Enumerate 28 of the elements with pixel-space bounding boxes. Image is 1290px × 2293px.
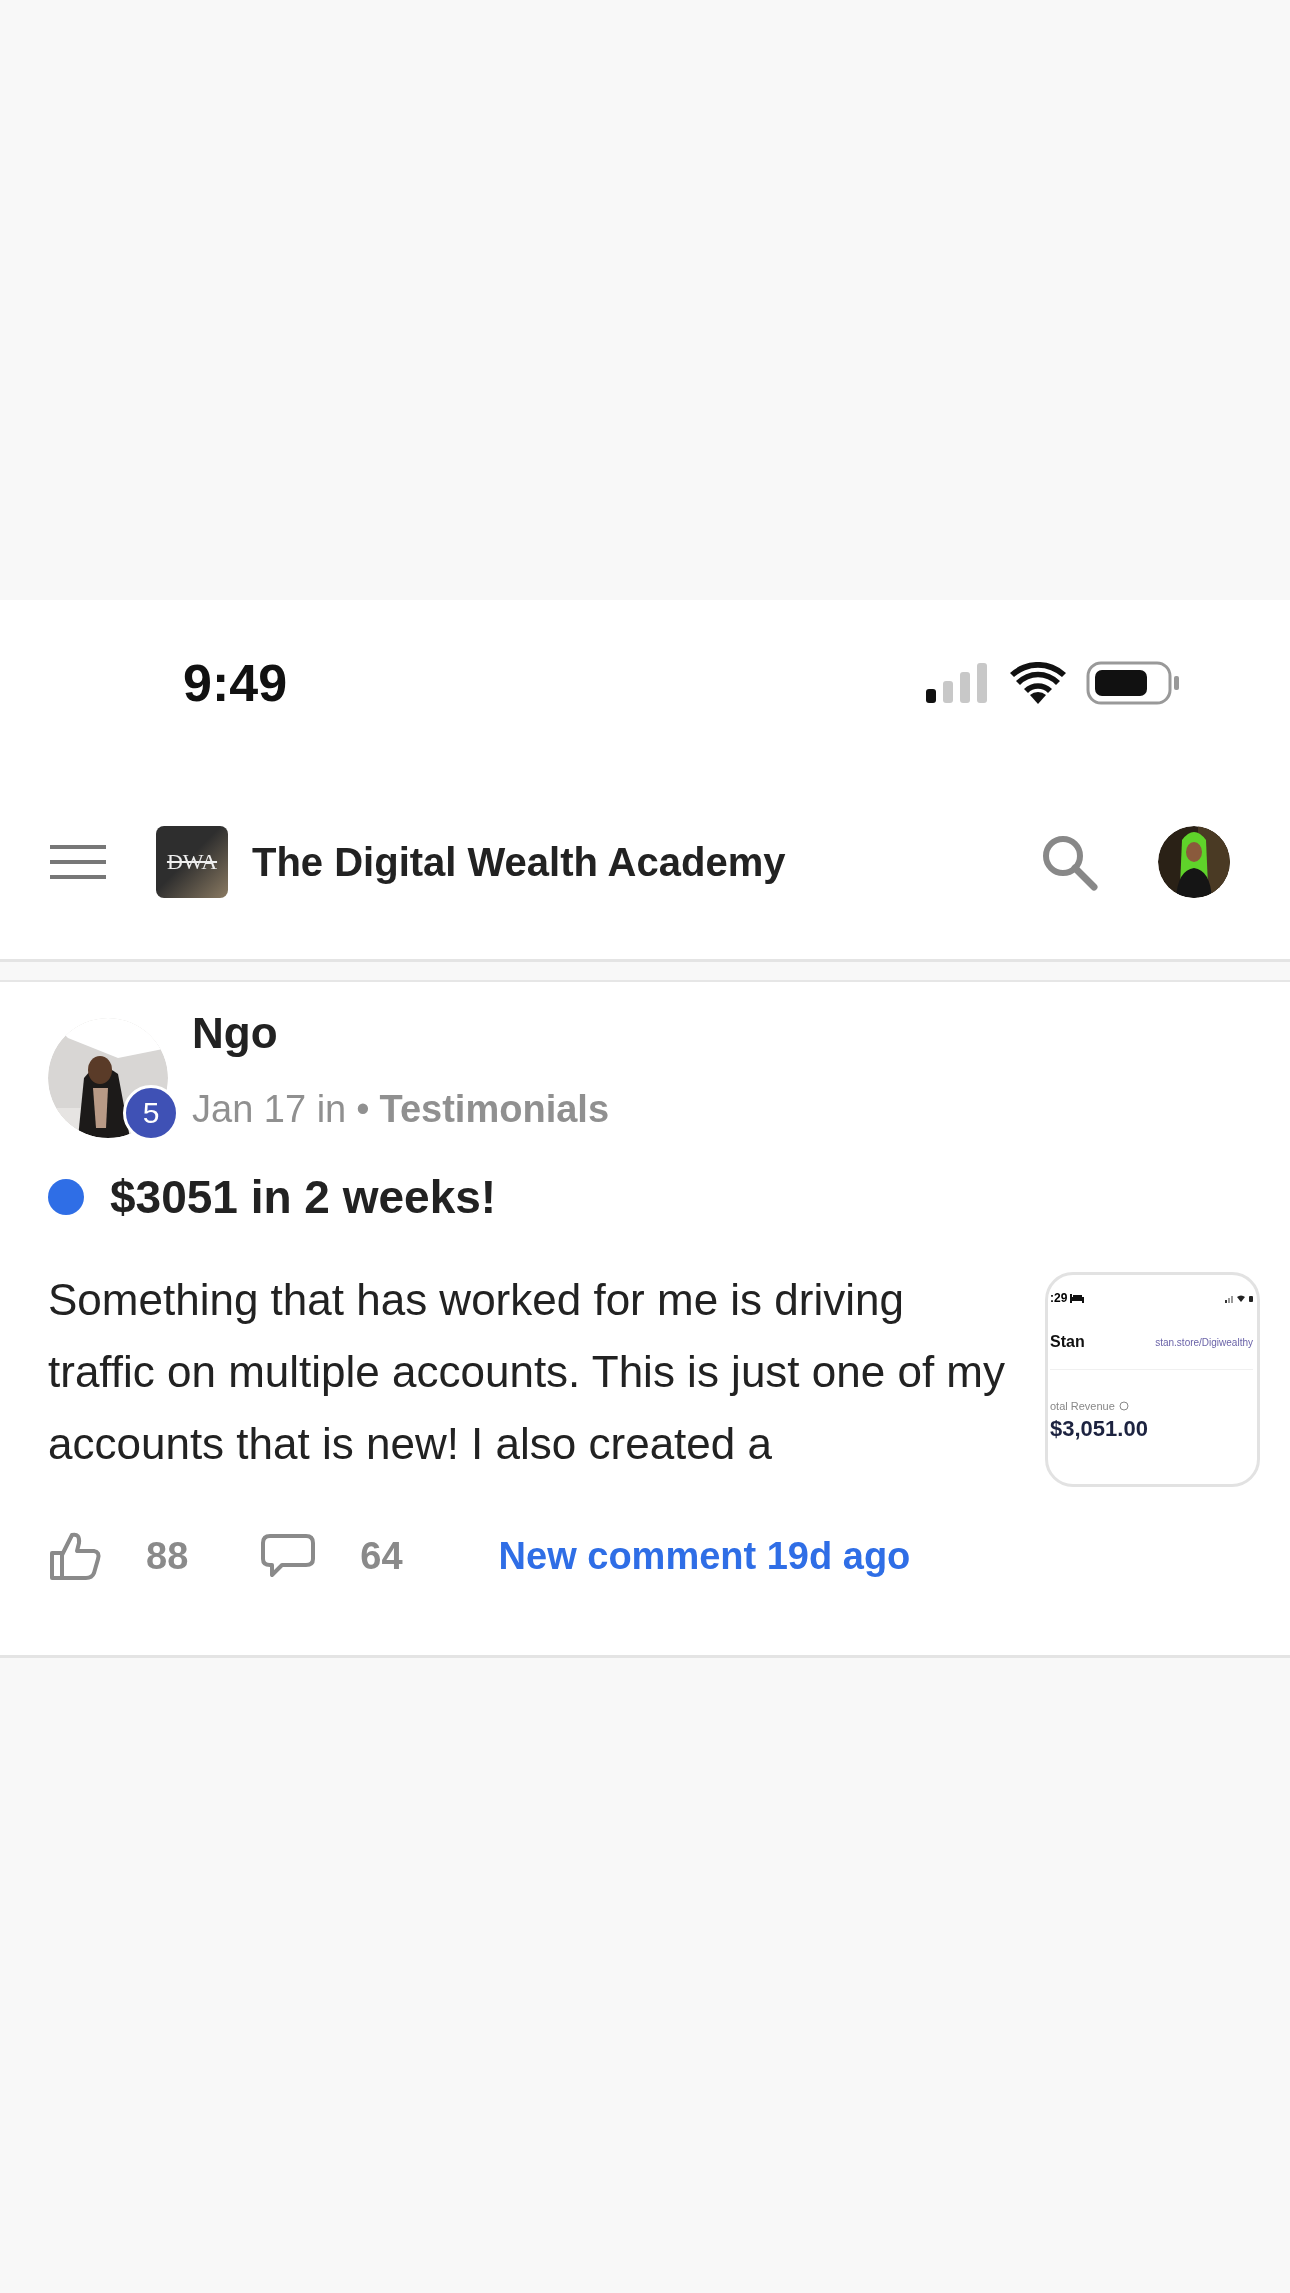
new-comment-link[interactable]: New comment 19d ago bbox=[498, 1534, 911, 1578]
thumbnail-label: otal Revenue bbox=[1050, 1400, 1115, 1412]
like-icon[interactable] bbox=[48, 1531, 102, 1581]
signal-icon bbox=[926, 662, 990, 703]
thumbnail-amount: $3,051.00 bbox=[1050, 1416, 1149, 1442]
wifi-icon bbox=[1010, 661, 1066, 704]
post-excerpt: Something that has worked for me is driving traffic on multiple accounts. This is just one of my accounts that is new! I also created a bbox=[48, 1274, 1007, 1470]
post-date: Jan 17 in bbox=[192, 1088, 347, 1131]
status-time: 9:49 bbox=[183, 652, 288, 713]
thumbnail-time: :29 bbox=[1050, 1291, 1068, 1305]
like-count: 88 bbox=[146, 1534, 189, 1578]
comment-icon[interactable] bbox=[260, 1533, 317, 1579]
separator-dot: • bbox=[356, 1088, 370, 1131]
level-badge: 5 bbox=[123, 1085, 179, 1141]
status-icons-icon bbox=[1225, 1293, 1253, 1303]
community-title[interactable]: The Digital Wealth Academy bbox=[252, 839, 786, 885]
author-name[interactable]: Ngo bbox=[192, 1018, 609, 1062]
battery-icon bbox=[1086, 660, 1180, 705]
help-icon bbox=[1118, 1401, 1129, 1411]
search-icon[interactable] bbox=[1040, 833, 1098, 891]
comment-count: 64 bbox=[360, 1534, 403, 1578]
community-logo[interactable]: DWA bbox=[156, 826, 228, 898]
thumbnail-url: stan.store/Digiwealthy bbox=[1155, 1336, 1253, 1348]
post-title[interactable]: $3051 in 2 weeks! bbox=[110, 1170, 497, 1224]
bed-icon bbox=[1070, 1293, 1085, 1303]
screenshot-thumbnail[interactable]: :29 Stan stan.store/Digiwealthy otal Revenue $3,051.00 bbox=[1045, 1272, 1260, 1487]
menu-icon[interactable] bbox=[50, 843, 106, 881]
thumbnail-brand: Stan bbox=[1050, 1333, 1085, 1351]
